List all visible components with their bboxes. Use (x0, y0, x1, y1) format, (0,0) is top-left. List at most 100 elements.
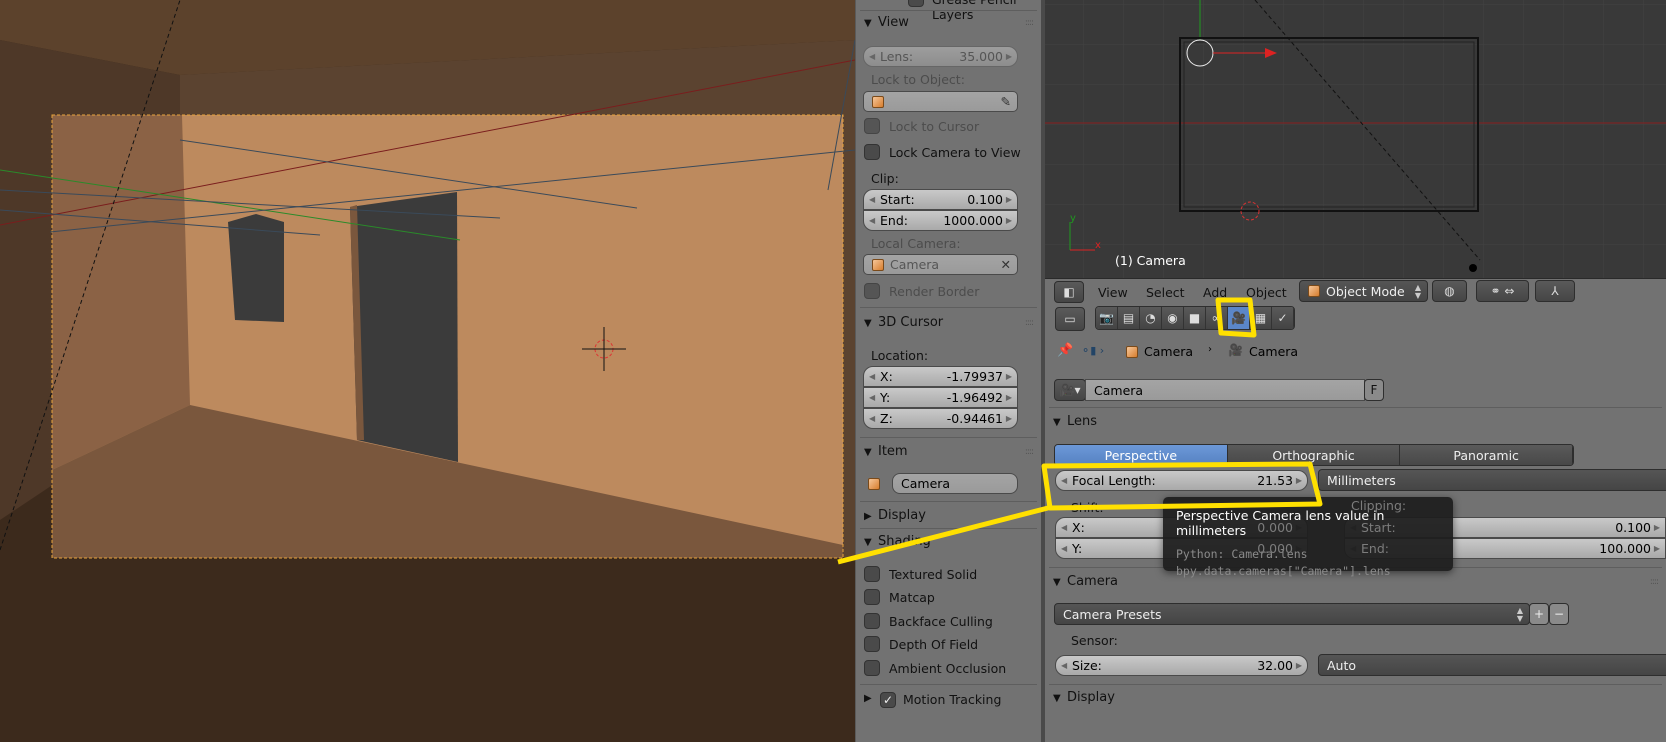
lock-object-field[interactable]: ✎ (863, 91, 1018, 112)
item-name-field[interactable]: Camera (892, 473, 1018, 494)
lens-type-orthographic[interactable]: Orthographic (1227, 445, 1401, 465)
display-title: Display (1067, 690, 1115, 705)
eyedropper-icon[interactable]: ✎ (1001, 94, 1011, 109)
drag-grip-icon[interactable]: :::: (1025, 318, 1034, 328)
mode-value: Object Mode (1326, 283, 1405, 299)
manipulator-toggle-button[interactable]: ⅄ (1535, 280, 1575, 302)
cursor-x-label: X: (880, 369, 893, 384)
datablock-browse-button[interactable]: 🎥▾ (1054, 379, 1086, 401)
matcap-checkbox[interactable] (864, 589, 880, 605)
display-panel-header[interactable]: ▶ Display (864, 508, 926, 523)
clipping-start-field[interactable]: ◀Start:0.100▶ (1344, 517, 1666, 538)
add-preset-button[interactable]: + (1529, 603, 1549, 625)
editor-type-button[interactable]: ▭ (1055, 307, 1085, 331)
menu-object[interactable]: Object (1246, 285, 1287, 300)
viewport-shading-button[interactable]: ◍ (1432, 280, 1467, 302)
datablock-name-field[interactable]: Camera (1085, 379, 1365, 401)
lock-to-object-label: Lock to Object: (871, 72, 965, 87)
shift-x-label: X: (1072, 520, 1085, 535)
cursor-y-field[interactable]: ◀ Y: -1.96492 ▶ (863, 387, 1018, 408)
motion-tracking-header[interactable]: ▶ (864, 690, 878, 705)
top-orthographic-viewport[interactable]: y x (1) Camera (1045, 0, 1666, 278)
sensor-size-field[interactable]: ◀ Size: 32.00 ▶ (1055, 655, 1308, 676)
expand-triangle-icon: ▶ (864, 511, 872, 522)
collapse-triangle-icon: ▼ (1053, 693, 1061, 704)
item-title: Item (878, 444, 908, 459)
3d-cursor-panel-header[interactable]: ▼ 3D Cursor (864, 315, 943, 330)
menu-add[interactable]: Add (1203, 285, 1227, 300)
focal-length-field[interactable]: ◀ Focal Length: 21.53 ▶ (1055, 470, 1308, 491)
lens-field[interactable]: ◀ Lens: 35.000 ▶ (863, 46, 1018, 67)
collapse-triangle-icon: ▼ (1053, 577, 1061, 588)
shading-panel-header[interactable]: ▼ Shading (864, 534, 931, 549)
menu-view[interactable]: View (1098, 285, 1128, 300)
camera-panel-header[interactable]: ▼ Camera (1053, 574, 1118, 589)
tab-world-icon[interactable]: ◉ (1162, 307, 1184, 329)
textured-solid-checkbox[interactable] (864, 566, 880, 582)
collapse-triangle-icon: ▼ (864, 537, 872, 548)
drag-grip-icon[interactable]: :::: (1025, 18, 1034, 28)
tab-render-layers-icon[interactable]: ▤ (1118, 307, 1140, 329)
camera-title: Camera (1067, 574, 1119, 589)
lock-camera-to-view-checkbox[interactable] (864, 144, 880, 160)
door-opening (350, 192, 458, 462)
active-object-label: (1) Camera (1115, 253, 1186, 268)
depth-of-field-checkbox[interactable] (864, 636, 880, 652)
clip-end-value: 1000.000 (943, 213, 1003, 228)
camera-presets-dropdown[interactable]: Camera Presets ▲ ▼ (1054, 603, 1530, 625)
tab-render-icon[interactable]: 📷 (1096, 307, 1118, 329)
lens-unit-dropdown[interactable]: Millimeters (1318, 469, 1666, 491)
collapse-triangle-icon: ▼ (864, 447, 872, 458)
render-border-checkbox[interactable] (864, 283, 880, 299)
menu-select[interactable]: Select (1146, 285, 1185, 300)
display-panel-header[interactable]: ▼ Display (1053, 690, 1115, 705)
grease-pencil-checkbox[interactable] (908, 0, 924, 7)
lens-type-perspective[interactable]: Perspective (1055, 445, 1228, 465)
lock-camera-to-view-label: Lock Camera to View (889, 145, 1021, 160)
fake-user-button[interactable]: F (1364, 379, 1384, 401)
tab-camera-data-icon[interactable]: 🎥 (1228, 307, 1250, 329)
object-cube-icon (872, 95, 884, 108)
lens-type-panoramic[interactable]: Panoramic (1400, 445, 1573, 465)
top-view-scene (1045, 0, 1666, 278)
tab-particles-icon[interactable]: ✓ (1272, 307, 1294, 329)
object-mode-icon (1308, 285, 1320, 297)
clip-start-field[interactable]: ◀ Start: 0.100 ▶ (863, 189, 1018, 210)
lens-panel-header[interactable]: ▼ Lens (1053, 414, 1097, 429)
mode-dropdown[interactable]: Object Mode ▲ ▼ (1299, 280, 1428, 302)
remove-preset-button[interactable]: − (1549, 603, 1569, 625)
cursor-z-label: Z: (880, 411, 893, 426)
view-title: View (878, 15, 909, 30)
view-panel-header[interactable]: ▼ View (864, 15, 909, 30)
context-tabs: 📷 ▤ ◔ ◉ ■ ∞ 🎥 ▦ ✓ (1095, 306, 1295, 330)
tab-texture-icon[interactable]: ▦ (1250, 307, 1272, 329)
pin-icon[interactable]: 📌 (1057, 343, 1073, 358)
pivot-point-button[interactable]: ⚭ ⇔ (1476, 280, 1529, 302)
clear-x-icon[interactable]: ✕ (1001, 257, 1011, 272)
scene-render (0, 0, 855, 742)
3d-viewport[interactable] (0, 0, 855, 742)
shift-y-label: Y: (1072, 541, 1083, 556)
cursor-x-value: -1.79937 (946, 369, 1003, 384)
cursor-x-field[interactable]: ◀ X: -1.79937 ▶ (863, 366, 1018, 387)
clipping-label: Clipping: (1351, 498, 1407, 513)
local-camera-field[interactable]: Camera ✕ (863, 254, 1018, 275)
tooltip: Perspective Camera lens value in millime… (1163, 497, 1453, 578)
motion-tracking-checkbox[interactable]: ✓ (880, 692, 896, 708)
lock-to-cursor-checkbox[interactable] (864, 118, 880, 134)
cursor-z-field[interactable]: ◀ Z: -0.94461 ▶ (863, 408, 1018, 429)
location-label: Location: (871, 348, 929, 363)
shift-y-value: 0.000 (1257, 541, 1293, 556)
backface-culling-checkbox[interactable] (864, 613, 880, 629)
tab-object-icon[interactable]: ■ (1184, 307, 1206, 329)
tab-scene-icon[interactable]: ◔ (1140, 307, 1162, 329)
sensor-fit-dropdown[interactable]: Auto (1318, 654, 1666, 676)
editor-type-button[interactable]: ◧ (1054, 281, 1084, 303)
item-panel-header[interactable]: ▼ Item (864, 444, 908, 459)
ambient-occlusion-checkbox[interactable] (864, 660, 880, 676)
depth-of-field-label: Depth Of Field (889, 637, 979, 652)
drag-grip-icon[interactable]: :::: (1025, 447, 1034, 457)
tab-constraints-icon[interactable]: ∞ (1206, 307, 1228, 329)
drag-grip-icon[interactable]: :::: (1650, 577, 1659, 587)
clip-end-field[interactable]: ◀ End: 1000.000 ▶ (863, 210, 1018, 231)
